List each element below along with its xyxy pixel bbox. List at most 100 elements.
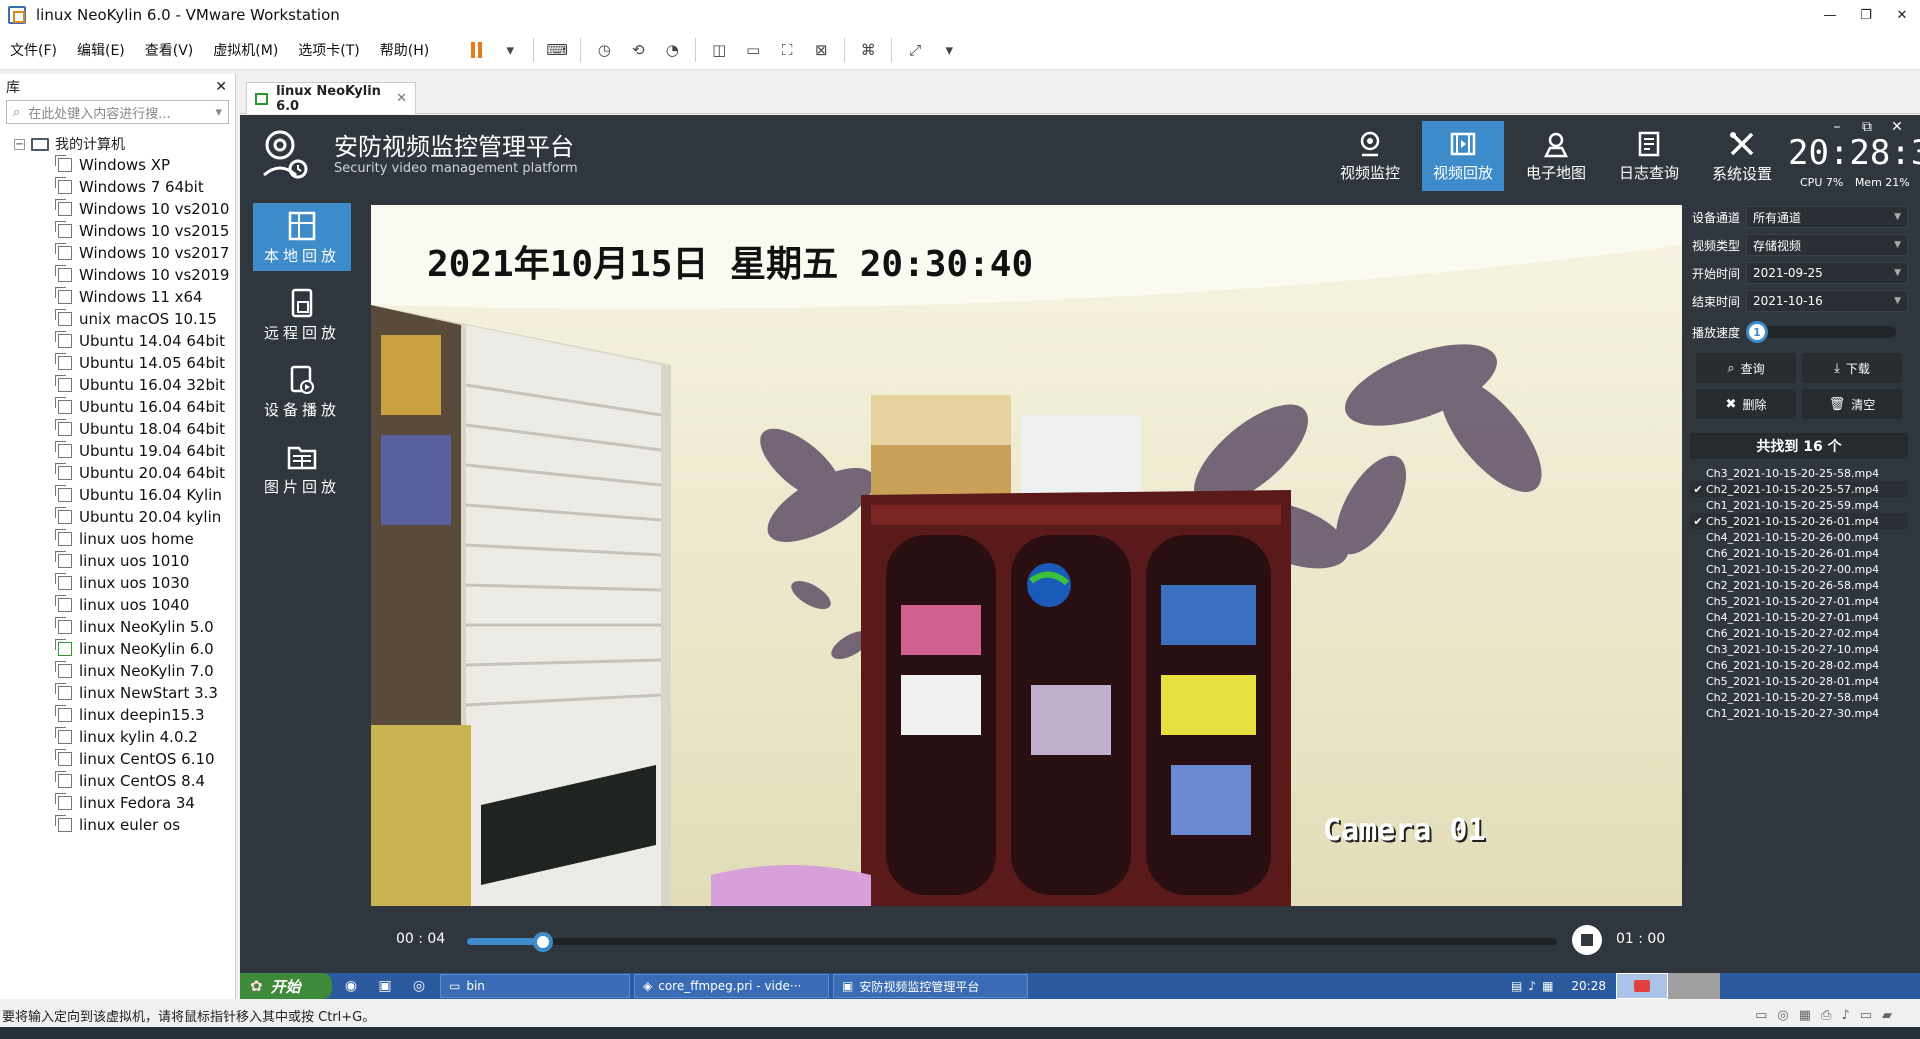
vm-item[interactable]: Ubuntu 20.04 kylin: [0, 506, 235, 528]
start-date-picker[interactable]: 2021-09-25 ▼: [1746, 262, 1908, 284]
vm-item[interactable]: Windows 10 vs2017: [0, 242, 235, 264]
vm-item[interactable]: linux Fedora 34: [0, 792, 235, 814]
file-list-item[interactable]: Ch2_2021-10-15-20-27-58.mp4: [1690, 689, 1908, 705]
vm-item[interactable]: linux CentOS 8.4: [0, 770, 235, 792]
file-list-item[interactable]: Ch6_2021-10-15-20-26-01.mp4: [1690, 545, 1908, 561]
app-close-button[interactable]: ✕: [1882, 119, 1912, 135]
file-list-item[interactable]: Ch3_2021-10-15-20-27-10.mp4: [1690, 641, 1908, 657]
collapse-icon[interactable]: −: [14, 138, 25, 150]
pause-dropdown-icon[interactable]: ▾: [497, 37, 523, 63]
file-list-item[interactable]: ✔ Ch2_2021-10-15-20-25-57.mp4: [1690, 481, 1908, 497]
vm-item[interactable]: Windows 10 vs2015: [0, 220, 235, 242]
snapshot-manager-icon[interactable]: ◔: [659, 37, 685, 63]
library-search-input[interactable]: ⌕ 在此处键入内容进行搜... ▾: [6, 100, 229, 124]
video-player[interactable]: 2021年10月15日 星期五 20:30:40 Camera 01: [371, 205, 1682, 906]
nav-electronic-map[interactable]: 电子地图: [1515, 121, 1597, 191]
maximize-button[interactable]: ❐: [1848, 0, 1884, 30]
task-bin[interactable]: ▭ bin: [440, 974, 630, 998]
nav-system-settings[interactable]: 系统设置: [1701, 121, 1783, 191]
file-list-item[interactable]: Ch4_2021-10-15-20-27-01.mp4: [1690, 609, 1908, 625]
unity-icon[interactable]: ⊠: [808, 37, 834, 63]
menu-help[interactable]: 帮助(H): [380, 40, 429, 60]
checkmark-icon[interactable]: ✔: [1690, 515, 1706, 528]
vm-item[interactable]: linux kylin 4.0.2: [0, 726, 235, 748]
thumbnail-bar-icon[interactable]: ▭: [740, 37, 766, 63]
vm-item[interactable]: Windows 10 vs2019: [0, 264, 235, 286]
channel-select[interactable]: 所有通道 ▼: [1746, 206, 1908, 228]
file-list-item[interactable]: Ch2_2021-10-15-20-26-58.mp4: [1690, 577, 1908, 593]
file-list-item[interactable]: ✔ Ch5_2021-10-15-20-26-01.mp4: [1690, 513, 1908, 529]
start-button[interactable]: ✿ 开始: [240, 973, 332, 999]
workspace-1[interactable]: [1616, 973, 1668, 999]
revert-snapshot-icon[interactable]: ⟲: [625, 37, 651, 63]
tree-root-my-computer[interactable]: − 我的计算机: [0, 134, 235, 154]
tab-linux-neokylin-6[interactable]: linux NeoKylin 6.0 ✕: [246, 82, 416, 114]
side-local-playback[interactable]: 本地回放: [253, 203, 351, 271]
vm-item[interactable]: linux NewStart 3.3: [0, 682, 235, 704]
vm-item[interactable]: Ubuntu 16.04 64bit: [0, 396, 235, 418]
close-button[interactable]: ✕: [1884, 0, 1920, 30]
file-list-item[interactable]: Ch4_2021-10-15-20-26-00.mp4: [1690, 529, 1908, 545]
full-screen-icon[interactable]: ⛶: [774, 37, 800, 63]
file-list-item[interactable]: Ch5_2021-10-15-20-27-01.mp4: [1690, 593, 1908, 609]
vm-item[interactable]: Windows 11 x64: [0, 286, 235, 308]
download-button[interactable]: ⤓ 下载: [1802, 353, 1902, 383]
video-type-select[interactable]: 存储视频 ▼: [1746, 234, 1908, 256]
vm-item[interactable]: Ubuntu 19.04 64bit: [0, 440, 235, 462]
hard-disk-icon[interactable]: ▭: [1755, 1008, 1767, 1023]
snapshot-icon[interactable]: ◷: [591, 37, 617, 63]
vm-item[interactable]: unix macOS 10.15: [0, 308, 235, 330]
minimize-button[interactable]: —: [1812, 0, 1848, 30]
cd-rom-icon[interactable]: ◎: [1777, 1008, 1788, 1023]
menu-tabs[interactable]: 选项卡(T): [298, 40, 359, 60]
side-remote-playback[interactable]: 远程回放: [253, 280, 351, 348]
vm-item[interactable]: Ubuntu 16.04 32bit: [0, 374, 235, 396]
file-list-item[interactable]: Ch1_2021-10-15-20-27-30.mp4: [1690, 705, 1908, 721]
send-ctrl-alt-del-icon[interactable]: ⌨: [544, 37, 570, 63]
vm-item[interactable]: linux euler os: [0, 814, 235, 836]
file-list-item[interactable]: Ch1_2021-10-15-20-27-00.mp4: [1690, 561, 1908, 577]
vm-item[interactable]: linux uos 1040: [0, 594, 235, 616]
speed-handle[interactable]: 1: [1746, 321, 1768, 343]
file-manager-icon[interactable]: ▣: [372, 975, 398, 997]
network-adapter-icon[interactable]: ▦: [1799, 1008, 1811, 1023]
display-icon[interactable]: ▭: [1860, 1008, 1872, 1023]
vm-item[interactable]: linux NeoKylin 7.0: [0, 660, 235, 682]
stretch-guest-icon[interactable]: ⤢: [902, 37, 928, 63]
vm-item[interactable]: Ubuntu 14.05 64bit: [0, 352, 235, 374]
browser-icon[interactable]: ◎: [406, 975, 432, 997]
menu-file[interactable]: 文件(F): [10, 40, 57, 60]
nav-video-monitor[interactable]: 视频监控: [1329, 121, 1411, 191]
search-dropdown-icon[interactable]: ▾: [215, 105, 222, 120]
sound-icon[interactable]: ♪: [1841, 1008, 1849, 1023]
vm-item[interactable]: linux NeoKylin 5.0: [0, 616, 235, 638]
pause-button[interactable]: [463, 37, 489, 63]
file-list-item[interactable]: Ch1_2021-10-15-20-25-59.mp4: [1690, 497, 1908, 513]
message-icon[interactable]: ▰: [1882, 1008, 1892, 1023]
volume-icon[interactable]: ♪: [1528, 979, 1536, 993]
menu-vm[interactable]: 虚拟机(M): [213, 40, 278, 60]
menu-edit[interactable]: 编辑(E): [77, 40, 125, 60]
vm-item[interactable]: linux CentOS 6.10: [0, 748, 235, 770]
file-list-item[interactable]: Ch5_2021-10-15-20-28-01.mp4: [1690, 673, 1908, 689]
vm-item[interactable]: linux deepin15.3: [0, 704, 235, 726]
vm-item[interactable]: linux uos 1010: [0, 550, 235, 572]
file-list-item[interactable]: Ch3_2021-10-15-20-25-58.mp4: [1690, 465, 1908, 481]
task-core-ffmpeg[interactable]: ◈ core_ffmpeg.pri - vide···: [634, 974, 829, 998]
nav-log-query[interactable]: 日志查询: [1608, 121, 1690, 191]
vm-item[interactable]: linux NeoKylin 6.0: [0, 638, 235, 660]
library-close-icon[interactable]: ✕: [215, 79, 227, 95]
speed-slider[interactable]: 1: [1746, 321, 1896, 343]
stretch-dropdown-icon[interactable]: ▾: [936, 37, 962, 63]
vm-item[interactable]: Windows 7 64bit: [0, 176, 235, 198]
vm-item[interactable]: Ubuntu 16.04 Kylin: [0, 484, 235, 506]
vm-item[interactable]: Ubuntu 14.04 64bit: [0, 330, 235, 352]
vm-item[interactable]: Ubuntu 18.04 64bit: [0, 418, 235, 440]
stop-button[interactable]: [1572, 925, 1602, 955]
query-button[interactable]: ⌕ 查询: [1696, 353, 1796, 383]
guest-display[interactable]: 安防视频监控管理平台 Security video management pla…: [240, 115, 1920, 999]
vm-item[interactable]: linux uos 1030: [0, 572, 235, 594]
checkmark-icon[interactable]: ✔: [1690, 483, 1706, 496]
delete-button[interactable]: ✖ 删除: [1696, 389, 1796, 419]
nav-video-playback[interactable]: 视频回放: [1422, 121, 1504, 191]
